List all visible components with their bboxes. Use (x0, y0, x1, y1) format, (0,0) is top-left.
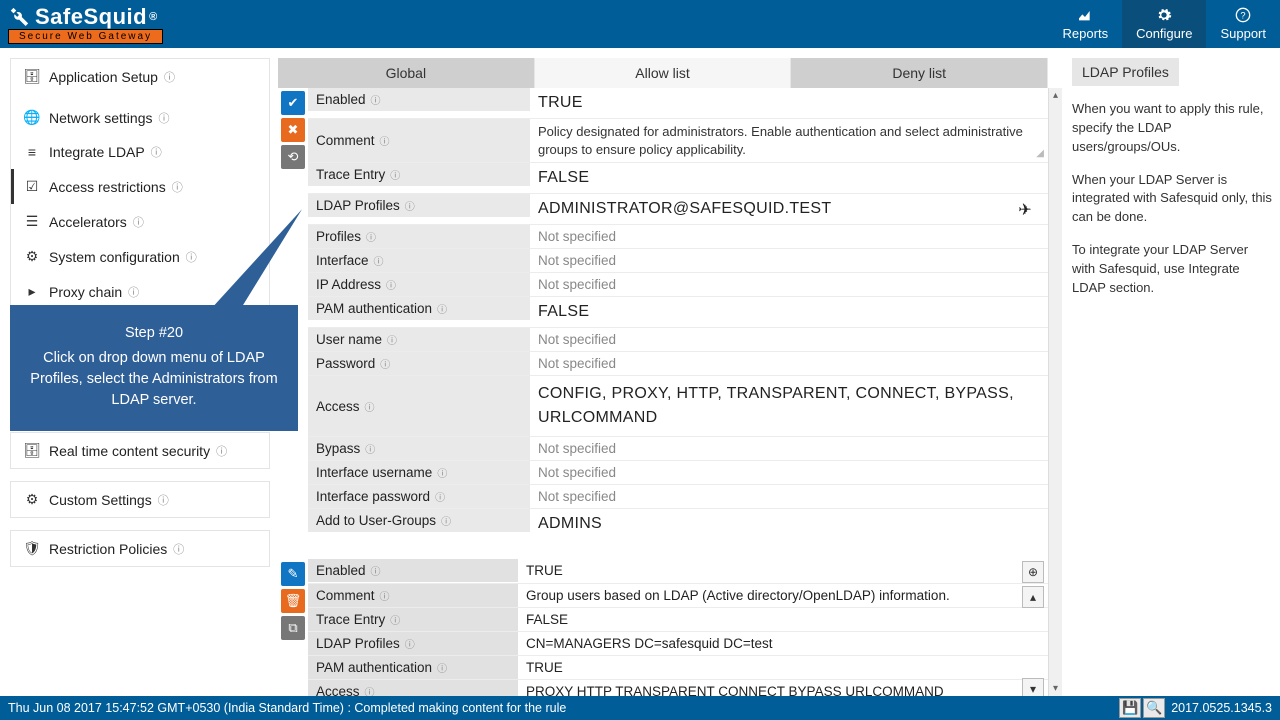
label-ifu: Interface username (316, 465, 432, 480)
label-profiles: Profiles (316, 229, 361, 244)
label-aug: Add to User-Groups (316, 513, 436, 528)
label-ldap: LDAP Profiles (316, 198, 400, 213)
nav-reports[interactable]: Reports (1049, 0, 1123, 48)
tabs: Global Allow list Deny list (278, 58, 1062, 88)
cancel-button[interactable]: ✖ (281, 118, 305, 142)
sidebar-item-sysconf[interactable]: ⚙System configurationⓘ (11, 239, 269, 274)
delete-button[interactable]: 🗑 (281, 589, 305, 613)
help-p2: When your LDAP Server is integrated with… (1072, 171, 1272, 228)
label-ifp: Interface password (316, 489, 430, 504)
resize-icon[interactable]: ◢ (1036, 147, 1044, 161)
value-interface[interactable]: Not specified (530, 249, 1048, 272)
value-bypass[interactable]: Not specified (530, 437, 1048, 460)
wrench-icon (8, 6, 30, 28)
search-footer-button[interactable]: 🔍 (1143, 698, 1165, 718)
label-ip: IP Address (316, 277, 381, 292)
nav-support[interactable]: ? Support (1206, 0, 1280, 48)
status-bar: Thu Jun 08 2017 15:47:52 GMT+0530 (India… (0, 696, 1280, 720)
sidebar-app-setup[interactable]: 🗄 Application Setupⓘ (11, 59, 269, 94)
sliders-icon: ⚙ (23, 248, 41, 265)
svg-text:?: ? (1241, 10, 1246, 20)
value-trace[interactable]: FALSE (530, 163, 1048, 193)
arrow-icon: ▸ (23, 283, 41, 300)
value-ldap[interactable]: ADMINISTRATOR@SAFESQUID.TEST✈ (530, 194, 1048, 224)
sidebar-item-accel[interactable]: ☰Acceleratorsⓘ (11, 204, 269, 239)
list-icon: ≡ (23, 144, 41, 160)
save-footer-button[interactable]: 💾 (1119, 698, 1141, 718)
brand-logo: SafeSquid® Secure Web Gateway (8, 4, 163, 44)
row-actions-2: ✎ 🗑 ⧉ (278, 559, 308, 696)
briefcase-icon: 🗄 (23, 68, 41, 85)
send-icon[interactable]: ✈ (1018, 200, 1032, 220)
nav-configure[interactable]: Configure (1122, 0, 1206, 48)
help-p3: To integrate your LDAP Server with Safes… (1072, 241, 1272, 298)
value-user[interactable]: Not specified (530, 328, 1048, 351)
move-up-button[interactable]: ▴ (1022, 586, 1044, 608)
brand-tagline: Secure Web Gateway (8, 29, 163, 44)
label-bypass: Bypass (316, 441, 360, 456)
main-panel: Global Allow list Deny list ✔ ✖ ⟲ Enable… (270, 48, 1062, 696)
edit-button[interactable]: ✎ (281, 562, 305, 586)
value-pam[interactable]: FALSE (530, 297, 1048, 327)
label-enabled: Enabled (316, 92, 366, 107)
value-pass[interactable]: Not specified (530, 352, 1048, 375)
sidebar-rtcs[interactable]: 🗄Real time content securityⓘ (11, 433, 269, 468)
label-trace: Trace Entry (316, 167, 385, 182)
value-comment[interactable]: Policy designated for administrators. En… (530, 119, 1048, 162)
sidebar-item-ldap[interactable]: ≡Integrate LDAPⓘ (11, 135, 269, 169)
check-icon: ☑ (23, 178, 41, 195)
sliders-icon: ⚙ (23, 491, 41, 508)
move-down-button[interactable]: ▾ (1022, 678, 1044, 696)
tab-deny[interactable]: Deny list (791, 58, 1048, 88)
value-ifu[interactable]: Not specified (530, 461, 1048, 484)
sidebar-restrict[interactable]: 🛡Restriction Policiesⓘ (11, 531, 269, 566)
save-button[interactable]: ✔ (281, 91, 305, 115)
value-aug[interactable]: ADMINS (530, 509, 1048, 539)
tab-allow[interactable]: Allow list (535, 58, 792, 88)
label-pass: Password (316, 356, 375, 371)
label-interface: Interface (316, 253, 369, 268)
info-icon: ⓘ (164, 69, 175, 85)
stack-icon: ☰ (23, 213, 41, 230)
shield-icon: 🗄 (23, 442, 41, 459)
brand-name: SafeSquid (35, 4, 147, 30)
label-pam: PAM authentication (316, 301, 432, 316)
sidebar-item-access[interactable]: ☑Access restrictionsⓘ (11, 169, 269, 204)
value-profiles[interactable]: Not specified (530, 225, 1048, 248)
value-enabled[interactable]: TRUE (530, 88, 1048, 118)
tutorial-callout: Step #20 Click on drop down menu of LDAP… (10, 305, 298, 431)
header-nav: Reports Configure ? Support (1049, 0, 1280, 48)
value-ifp[interactable]: Not specified (530, 485, 1048, 508)
globe-icon: 🌐 (23, 109, 41, 126)
label-comment: Comment (316, 133, 375, 148)
label-user: User name (316, 332, 382, 347)
undo-button[interactable]: ⟲ (281, 145, 305, 169)
help-p1: When you want to apply this rule, specif… (1072, 100, 1272, 157)
status-text: Thu Jun 08 2017 15:47:52 GMT+0530 (India… (8, 701, 566, 715)
label-access: Access (316, 399, 360, 414)
scroll-down-icon[interactable]: ▾ (1053, 681, 1058, 696)
scroll-up-icon[interactable]: ▴ (1053, 88, 1058, 103)
value-ip[interactable]: Not specified (530, 273, 1048, 296)
scrollbar[interactable]: ▴ ▾ (1048, 88, 1062, 696)
tab-global[interactable]: Global (278, 58, 535, 88)
sidebar-custom[interactable]: ⚙Custom Settingsⓘ (11, 482, 269, 517)
value-access[interactable]: CONFIG, PROXY, HTTP, TRANSPARENT, CONNEC… (530, 376, 1048, 436)
help-title: LDAP Profiles (1072, 58, 1179, 86)
version-label: 2017.0525.1345.3 (1171, 701, 1272, 715)
callout-text: Click on drop down menu of LDAP Profiles… (24, 348, 284, 411)
callout-step: Step #20 (24, 323, 284, 344)
help-panel: LDAP Profiles When you want to apply thi… (1062, 48, 1280, 696)
move-top-button[interactable]: ⊕ (1022, 561, 1044, 583)
clone-button[interactable]: ⧉ (281, 616, 305, 640)
app-header: SafeSquid® Secure Web Gateway Reports Co… (0, 0, 1280, 48)
shield-icon: 🛡 (23, 540, 41, 557)
sidebar-item-network[interactable]: 🌐Network settingsⓘ (11, 100, 269, 135)
